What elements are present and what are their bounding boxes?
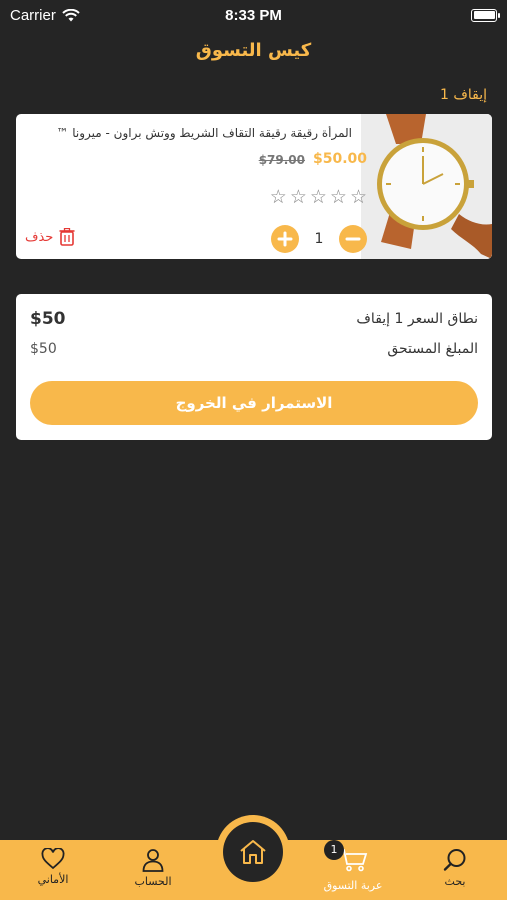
carrier-label: Carrier [10, 6, 56, 24]
product-price: $50.00 [312, 151, 367, 167]
minus-icon [345, 237, 361, 241]
price-range-value: $50 [30, 309, 66, 329]
tab-search-label: بحث [444, 875, 466, 888]
heart-icon [41, 848, 65, 870]
price-range-label: نطاق السعر 1 إيقاف [356, 311, 478, 327]
search-icon [443, 849, 466, 871]
plus-icon [277, 231, 293, 247]
increment-button[interactable] [271, 225, 299, 253]
home-icon [240, 840, 266, 864]
star-icon[interactable]: ☆ [270, 188, 287, 207]
star-icon[interactable]: ☆ [310, 188, 327, 207]
tab-cart[interactable]: 1 عربة التسوق [313, 840, 393, 892]
tab-account-label: الحساب [134, 875, 172, 888]
battery-icon [471, 8, 500, 22]
delete-label: حذف [25, 229, 54, 245]
trash-icon [59, 228, 75, 246]
product-image[interactable] [361, 114, 492, 259]
tab-wishlist[interactable]: الأماني [13, 848, 93, 886]
tab-cart-label: عربة التسوق [323, 879, 383, 892]
product-rating[interactable]: ☆ ☆ ☆ ☆ ☆ [270, 188, 367, 207]
home-button[interactable] [216, 815, 290, 889]
product-old-price: $79.00 [258, 153, 305, 167]
home-button-inner [223, 822, 283, 882]
quantity-value: 1 [314, 231, 324, 247]
decrement-button[interactable] [339, 225, 367, 253]
page-title: كيس التسوق [195, 40, 312, 61]
cart-badge: 1 [324, 840, 344, 860]
star-icon[interactable]: ☆ [350, 188, 367, 207]
amount-due-value: $50 [30, 341, 57, 357]
delete-button[interactable]: حذف [25, 228, 75, 246]
watch-image [361, 114, 492, 259]
quantity-stepper: 1 [271, 225, 367, 253]
tab-search[interactable]: بحث [415, 848, 495, 888]
cart-icon-wrap: 1 [324, 840, 368, 876]
product-name[interactable]: المرأة رقيقة رقيقة التقاف الشريط ووتش بر… [32, 126, 352, 140]
cart-items-count: 1 إيقاف [439, 87, 487, 103]
user-icon [142, 849, 164, 872]
order-summary-card: نطاق السعر 1 إيقاف $50 المبلغ المستحق $5… [16, 294, 492, 440]
carrier-group: Carrier [10, 7, 80, 24]
checkout-button[interactable]: الاستمرار في الخروج [30, 381, 478, 425]
tab-account[interactable]: الحساب [113, 848, 193, 888]
amount-due-label: المبلغ المستحق [387, 341, 478, 357]
tab-wishlist-label: الأماني [37, 873, 69, 886]
cart-item-card[interactable]: المرأة رقيقة رقيقة التقاف الشريط ووتش بر… [16, 114, 492, 259]
wifi-icon [62, 8, 80, 21]
star-icon[interactable]: ☆ [290, 188, 307, 207]
status-bar: Carrier 8:33 PM [0, 0, 507, 30]
star-icon[interactable]: ☆ [330, 188, 347, 207]
